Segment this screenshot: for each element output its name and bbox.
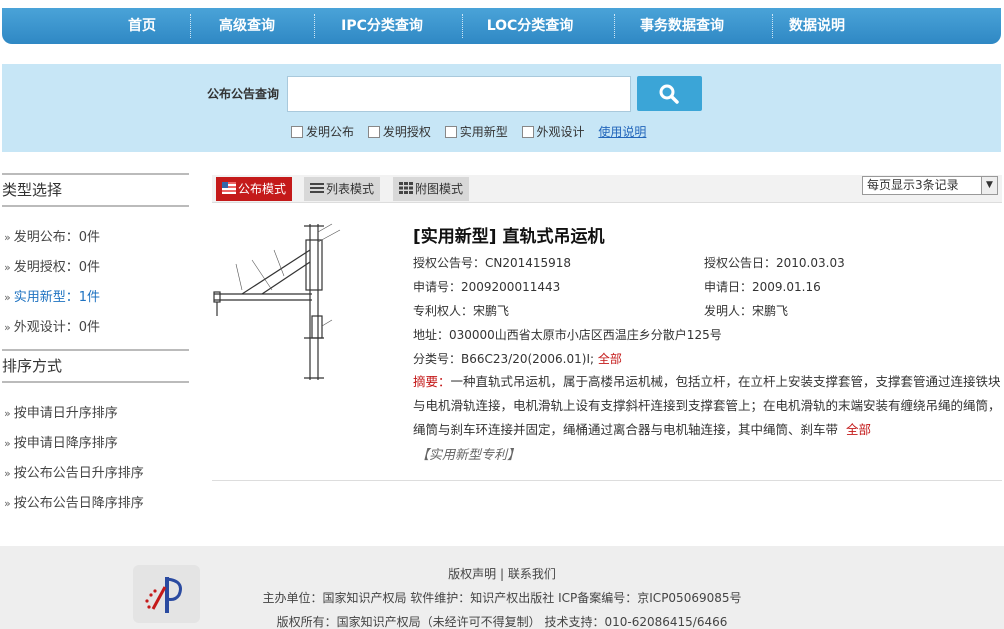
per-page-select[interactable]: 每页显示3条记录 ▼: [862, 176, 998, 195]
top-nav: 首页 高级查询 IPC分类查询 LOC分类查询 事务数据查询 数据说明: [2, 8, 1001, 44]
grid-icon: [399, 182, 413, 194]
nav-separator: [190, 14, 191, 38]
search-panel: 公布公告查询 发明公布 发明授权 实用新型 外观设计 使用说明: [2, 64, 1001, 152]
inventor: 发明人：宋鹏飞: [704, 304, 789, 318]
search-input[interactable]: [287, 76, 631, 112]
nav-transaction-search[interactable]: 事务数据查询: [632, 8, 732, 44]
chevron-right-icon: »: [4, 407, 11, 420]
checkbox[interactable]: [367, 126, 380, 138]
classification-number: 分类号：B66C23/20(2006.01)I;: [413, 352, 595, 366]
nav-separator: [314, 14, 315, 38]
chevron-right-icon: »: [4, 261, 11, 274]
classification-all-link[interactable]: 全部: [598, 352, 622, 366]
application-number: 申请号：2009200011443: [413, 280, 561, 294]
sort-label: 按公布公告日升序排序: [13, 466, 144, 481]
mode-label: 列表模式: [326, 182, 375, 196]
patentee: 专利权人：宋鹏飞: [413, 304, 510, 318]
address: 地址：030000山西省太原市小店区西温庄乡分散户125号: [413, 328, 722, 342]
result-title[interactable]: [实用新型] 直轨式吊运机: [413, 222, 604, 247]
filter-label: 外观设计: [536, 125, 585, 139]
nav-separator: [772, 14, 773, 38]
filter-design[interactable]: 外观设计: [521, 123, 585, 140]
search-label: 公布公告查询: [207, 87, 280, 101]
abstract-label: 摘要：: [413, 374, 451, 389]
filter-invention-publication[interactable]: 发明公布: [291, 123, 354, 140]
chevron-right-icon: »: [4, 231, 11, 244]
sort-heading: 排序方式: [2, 349, 189, 383]
chevron-right-icon: »: [4, 467, 11, 480]
patent-type-tag: 【实用新型专利】: [416, 448, 521, 463]
list-icon: [310, 183, 324, 193]
filter-label: 发明公布: [306, 125, 355, 139]
sort-label: 按申请日降序排序: [13, 436, 118, 451]
sidebar-item-label: 发明公布：0件: [13, 230, 101, 245]
abstract: 摘要：一种直轨式吊运机，属于高楼吊运机械，包括立杆，在立杆上安装支撑套管，支撑套…: [413, 370, 1001, 442]
checkbox[interactable]: [444, 126, 457, 138]
mode-label: 附图模式: [415, 182, 464, 196]
sort-label: 按公布公告日降序排序: [13, 496, 144, 511]
dropdown-arrow-icon: ▼: [981, 177, 997, 194]
footer-links[interactable]: 版权声明 | 联系我们: [0, 565, 1004, 582]
sidebar-item-utility-model[interactable]: » 实用新型：1件: [4, 286, 100, 305]
filter-label: 实用新型: [459, 125, 508, 139]
nav-separator: [614, 14, 615, 38]
sort-label: 按申请日升序排序: [13, 406, 118, 421]
grant-date: 授权公告日：2010.03.03: [704, 256, 845, 270]
filter-utility-model[interactable]: 实用新型: [444, 123, 508, 140]
flag-icon: [222, 182, 236, 194]
patent-drawing-thumbnail[interactable]: [212, 220, 352, 385]
footer-copyright: 版权所有：国家知识产权局（未经许可不得复制） 技术支持：010-62086415…: [276, 615, 728, 629]
sort-app-date-desc[interactable]: » 按申请日降序排序: [4, 432, 118, 451]
nav-separator: [462, 14, 463, 38]
nav-home[interactable]: 首页: [112, 8, 172, 44]
result-divider: [212, 480, 1002, 481]
filter-label: 发明授权: [382, 125, 431, 139]
mode-publication[interactable]: 公布模式: [216, 177, 293, 201]
type-filters: 发明公布 发明授权 实用新型 外观设计 使用说明: [291, 123, 646, 140]
sidebar-item-label: 外观设计：0件: [13, 320, 101, 335]
classification: 分类号：B66C23/20(2006.01)I; 全部: [413, 350, 622, 367]
chevron-right-icon: »: [4, 321, 11, 334]
search-button[interactable]: [637, 76, 702, 111]
sidebar-item-design[interactable]: » 外观设计：0件: [4, 316, 100, 335]
chevron-right-icon: »: [4, 437, 11, 450]
chevron-right-icon: »: [4, 291, 11, 304]
sidebar-item-invention-publication[interactable]: » 发明公布：0件: [4, 226, 100, 245]
mode-thumbnail[interactable]: 附图模式: [393, 177, 470, 201]
checkbox[interactable]: [521, 126, 534, 138]
sidebar-item-label: 实用新型：1件: [13, 290, 101, 305]
sort-app-date-asc[interactable]: » 按申请日升序排序: [4, 402, 118, 421]
grant-number: 授权公告号：CN201415918: [413, 256, 572, 270]
type-select-heading: 类型选择: [2, 173, 189, 207]
abstract-text: 一种直轨式吊运机，属于高楼吊运机械，包括立杆，在立杆上安装支撑套管，支撑套管通过…: [413, 374, 1001, 437]
sort-pub-date-asc[interactable]: » 按公布公告日升序排序: [4, 462, 144, 481]
checkbox[interactable]: [291, 126, 303, 138]
application-date: 申请日：2009.01.16: [704, 280, 821, 294]
per-page-value: 每页显示3条记录: [867, 178, 959, 192]
mode-list[interactable]: 列表模式: [304, 177, 381, 201]
nav-ipc-search[interactable]: IPC分类查询: [332, 8, 432, 44]
chevron-right-icon: »: [4, 497, 11, 510]
mode-label: 公布模式: [238, 182, 287, 196]
sort-pub-date-desc[interactable]: » 按公布公告日降序排序: [4, 492, 144, 511]
search-icon: [659, 84, 679, 104]
filter-invention-grant[interactable]: 发明授权: [367, 123, 431, 140]
sidebar-item-invention-grant[interactable]: » 发明授权：0件: [4, 256, 100, 275]
sidebar-item-label: 发明授权：0件: [13, 260, 101, 275]
footer: 版权声明 | 联系我们 主办单位：国家知识产权局 软件维护：知识产权出版社 IC…: [0, 546, 1004, 629]
abstract-all-link[interactable]: 全部: [846, 422, 871, 437]
help-link[interactable]: 使用说明: [598, 125, 646, 139]
footer-sponsor-info: 主办单位：国家知识产权局 软件维护：知识产权出版社 ICP备案编号：京ICP05…: [262, 591, 742, 605]
nav-advanced-search[interactable]: 高级查询: [207, 8, 287, 44]
nav-data-description[interactable]: 数据说明: [782, 8, 852, 44]
nav-loc-search[interactable]: LOC分类查询: [480, 8, 580, 44]
